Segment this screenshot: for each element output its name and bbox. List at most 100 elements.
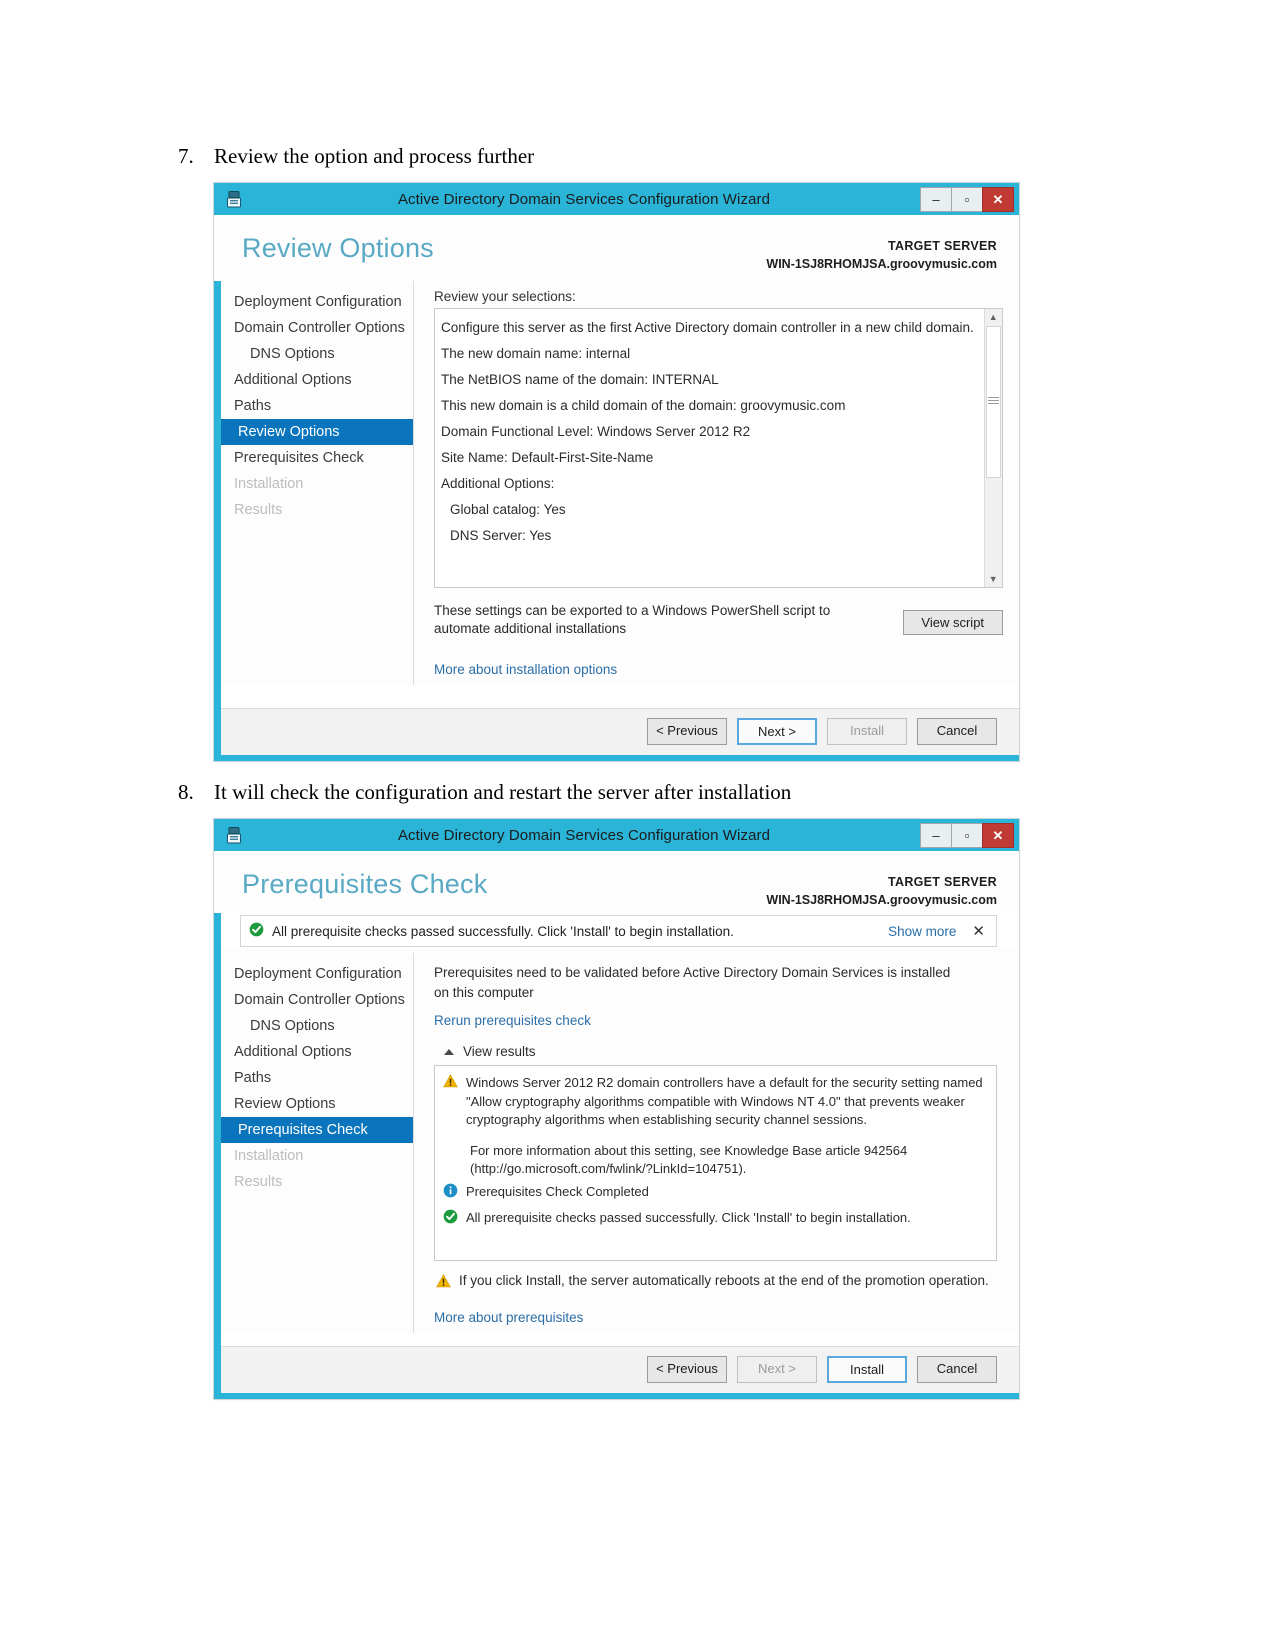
- review-line: The NetBIOS name of the domain: INTERNAL: [441, 372, 719, 388]
- review-line: The new domain name: internal: [441, 346, 631, 362]
- wizard-content: Prerequisites need to be validated befor…: [414, 953, 1019, 1333]
- success-icon: [249, 922, 264, 940]
- nav-item-additional-options[interactable]: Additional Options: [214, 367, 413, 393]
- step-8-number: 8.: [178, 780, 194, 804]
- export-settings-text: These settings can be exported to a Wind…: [434, 603, 831, 637]
- more-about-prerequisites-link[interactable]: More about prerequisites: [434, 1310, 583, 1325]
- review-line: Domain Functional Level: Windows Server …: [441, 424, 751, 440]
- wizard-footer: < Previous Next > Install Cancel: [221, 708, 1019, 755]
- step-8: 8. It will check the configuration and r…: [178, 780, 791, 805]
- reboot-warning-text: If you click Install, the server automat…: [459, 1273, 989, 1289]
- wizard-nav-list: Deployment Configuration Domain Controll…: [214, 953, 414, 1334]
- step-8-text: It will check the configuration and rest…: [214, 780, 792, 804]
- more-about-installation-options-link[interactable]: More about installation options: [434, 662, 617, 677]
- close-notification-icon[interactable]: ✕: [972, 922, 988, 940]
- nav-item-deployment-configuration[interactable]: Deployment Configuration: [214, 961, 413, 987]
- nav-item-domain-controller-options[interactable]: Domain Controller Options: [214, 987, 413, 1013]
- target-server-name: WIN-1SJ8RHOMJSA.groovymusic.com: [766, 893, 997, 908]
- maximize-button[interactable]: ▫: [951, 187, 983, 212]
- rerun-prerequisites-check-link[interactable]: Rerun prerequisites check: [434, 1013, 591, 1028]
- scroll-up-icon[interactable]: ▲: [984, 309, 1002, 326]
- window-bottom-edge: [214, 755, 1019, 761]
- result-info-text: Prerequisites Check Completed: [466, 1183, 649, 1199]
- nav-item-prerequisites-check[interactable]: Prerequisites Check: [214, 445, 413, 471]
- target-server-label: TARGET SERVER: [887, 239, 997, 253]
- nav-item-review-options[interactable]: Review Options: [218, 419, 413, 446]
- next-button: Next >: [737, 1356, 817, 1383]
- scrollbar-grip: [987, 397, 999, 405]
- wizard-app-icon: [221, 190, 247, 208]
- prerequisites-notification-bar: All prerequisite checks passed successfu…: [240, 915, 997, 948]
- previous-button[interactable]: < Previous: [647, 1356, 727, 1383]
- nav-item-domain-controller-options[interactable]: Domain Controller Options: [214, 315, 413, 341]
- result-item-warning: Windows Server 2012 R2 domain controller…: [443, 1074, 984, 1131]
- export-settings-row: These settings can be exported to a Wind…: [434, 588, 1003, 638]
- titlebar: Active Directory Domain Services Configu…: [214, 819, 1019, 851]
- nav-item-installation: Installation: [234, 476, 304, 493]
- prerequisites-intro-text: Prerequisites need to be validated befor…: [434, 965, 951, 1000]
- next-button[interactable]: Next >: [737, 718, 817, 745]
- review-scrollbar[interactable]: ▲ ▼: [983, 309, 1002, 588]
- review-selections-label: Review your selections:: [434, 289, 576, 305]
- window-buttons: – ▫ ✕: [920, 187, 1014, 212]
- wizard-footer: < Previous Next > Install Cancel: [221, 1346, 1019, 1393]
- notification-text: All prerequisite checks passed successfu…: [272, 923, 734, 939]
- result-item-info: Prerequisites Check Completed: [443, 1179, 984, 1205]
- nav-item-installation: Installation: [234, 1148, 304, 1165]
- close-button[interactable]: ✕: [982, 187, 1014, 212]
- review-options-wizard-window: Active Directory Domain Services Configu…: [213, 182, 1020, 762]
- review-line: DNS Server: Yes: [450, 528, 552, 544]
- install-button: Install: [827, 718, 907, 745]
- target-server-block: TARGET SERVER WIN-1SJ8RHOMJSA.groovymusi…: [766, 233, 997, 273]
- page-title: Prerequisites Check: [242, 869, 488, 899]
- review-line: Configure this server as the first Activ…: [441, 320, 974, 336]
- reboot-warning-row: If you click Install, the server automat…: [434, 1261, 997, 1291]
- previous-button[interactable]: < Previous: [647, 718, 727, 745]
- review-line: Additional Options:: [441, 476, 555, 492]
- view-results-label: View results: [463, 1044, 536, 1060]
- show-more-link[interactable]: Show more: [888, 924, 972, 939]
- review-selections-box: Configure this server as the first Activ…: [434, 308, 1003, 589]
- view-script-button[interactable]: View script: [902, 610, 1003, 636]
- close-button[interactable]: ✕: [982, 823, 1014, 848]
- result-item-success: All prerequisite checks passed successfu…: [443, 1205, 984, 1231]
- review-selections-list: Configure this server as the first Activ…: [435, 309, 984, 587]
- view-results-toggle[interactable]: View results: [434, 1030, 997, 1065]
- warning-icon: [443, 1074, 458, 1129]
- target-server-name: WIN-1SJ8RHOMJSA.groovymusic.com: [766, 257, 997, 272]
- nav-item-paths[interactable]: Paths: [214, 1065, 413, 1091]
- review-line: Global catalog: Yes: [450, 502, 566, 518]
- wizard-nav-list: Deployment Configuration Domain Controll…: [214, 281, 414, 685]
- minimize-button[interactable]: –: [920, 823, 952, 848]
- window-buttons: – ▫ ✕: [920, 823, 1014, 848]
- step-7-number: 7.: [178, 144, 194, 168]
- page-header: Prerequisites Check TARGET SERVER WIN-1S…: [214, 851, 1019, 914]
- wizard-app-icon: [221, 826, 247, 844]
- target-server-block: TARGET SERVER WIN-1SJ8RHOMJSA.groovymusi…: [766, 869, 997, 909]
- nav-item-paths[interactable]: Paths: [214, 393, 413, 419]
- more-about-installation-options-row: More about installation options: [434, 639, 1003, 679]
- target-server-label: TARGET SERVER: [887, 875, 997, 889]
- nav-item-deployment-configuration[interactable]: Deployment Configuration: [214, 289, 413, 315]
- window-bottom-edge: [214, 1393, 1019, 1399]
- nav-item-additional-options[interactable]: Additional Options: [214, 1039, 413, 1065]
- cancel-button[interactable]: Cancel: [917, 1356, 997, 1383]
- nav-item-prerequisites-check[interactable]: Prerequisites Check: [218, 1117, 413, 1144]
- minimize-button[interactable]: –: [920, 187, 952, 212]
- result-warning-subtext: For more information about this setting,…: [470, 1142, 908, 1177]
- result-success-text: All prerequisite checks passed successfu…: [466, 1209, 911, 1225]
- nav-item-results: Results: [234, 1174, 283, 1191]
- scroll-down-icon[interactable]: ▼: [984, 571, 1002, 588]
- maximize-button[interactable]: ▫: [951, 823, 983, 848]
- info-icon: [443, 1183, 458, 1203]
- cancel-button[interactable]: Cancel: [917, 718, 997, 745]
- page-title: Review Options: [242, 233, 434, 263]
- prerequisites-check-wizard-window: Active Directory Domain Services Configu…: [213, 818, 1020, 1400]
- step-7-text: Review the option and process further: [214, 144, 535, 168]
- chevron-up-icon: [444, 1048, 454, 1055]
- install-button[interactable]: Install: [827, 1356, 907, 1383]
- nav-item-review-options[interactable]: Review Options: [214, 1091, 413, 1117]
- nav-item-dns-options[interactable]: DNS Options: [214, 1013, 413, 1039]
- review-line: Site Name: Default-First-Site-Name: [441, 450, 654, 466]
- nav-item-dns-options[interactable]: DNS Options: [214, 341, 413, 367]
